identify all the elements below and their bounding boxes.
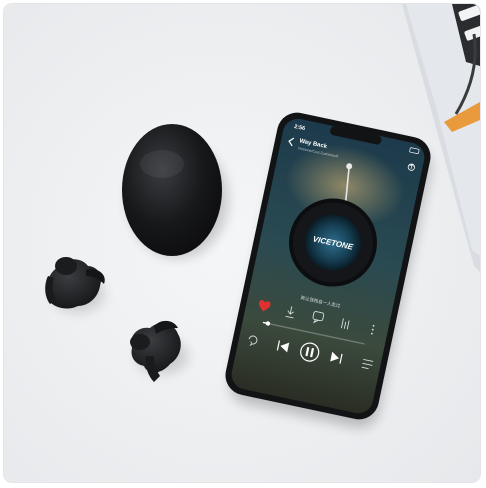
product-photo: 2:56 Way Back Vicetone/Cozi Zuehlsdorff <box>4 4 480 482</box>
photo-frame: 2:56 Way Back Vicetone/Cozi Zuehlsdorff <box>4 4 480 482</box>
